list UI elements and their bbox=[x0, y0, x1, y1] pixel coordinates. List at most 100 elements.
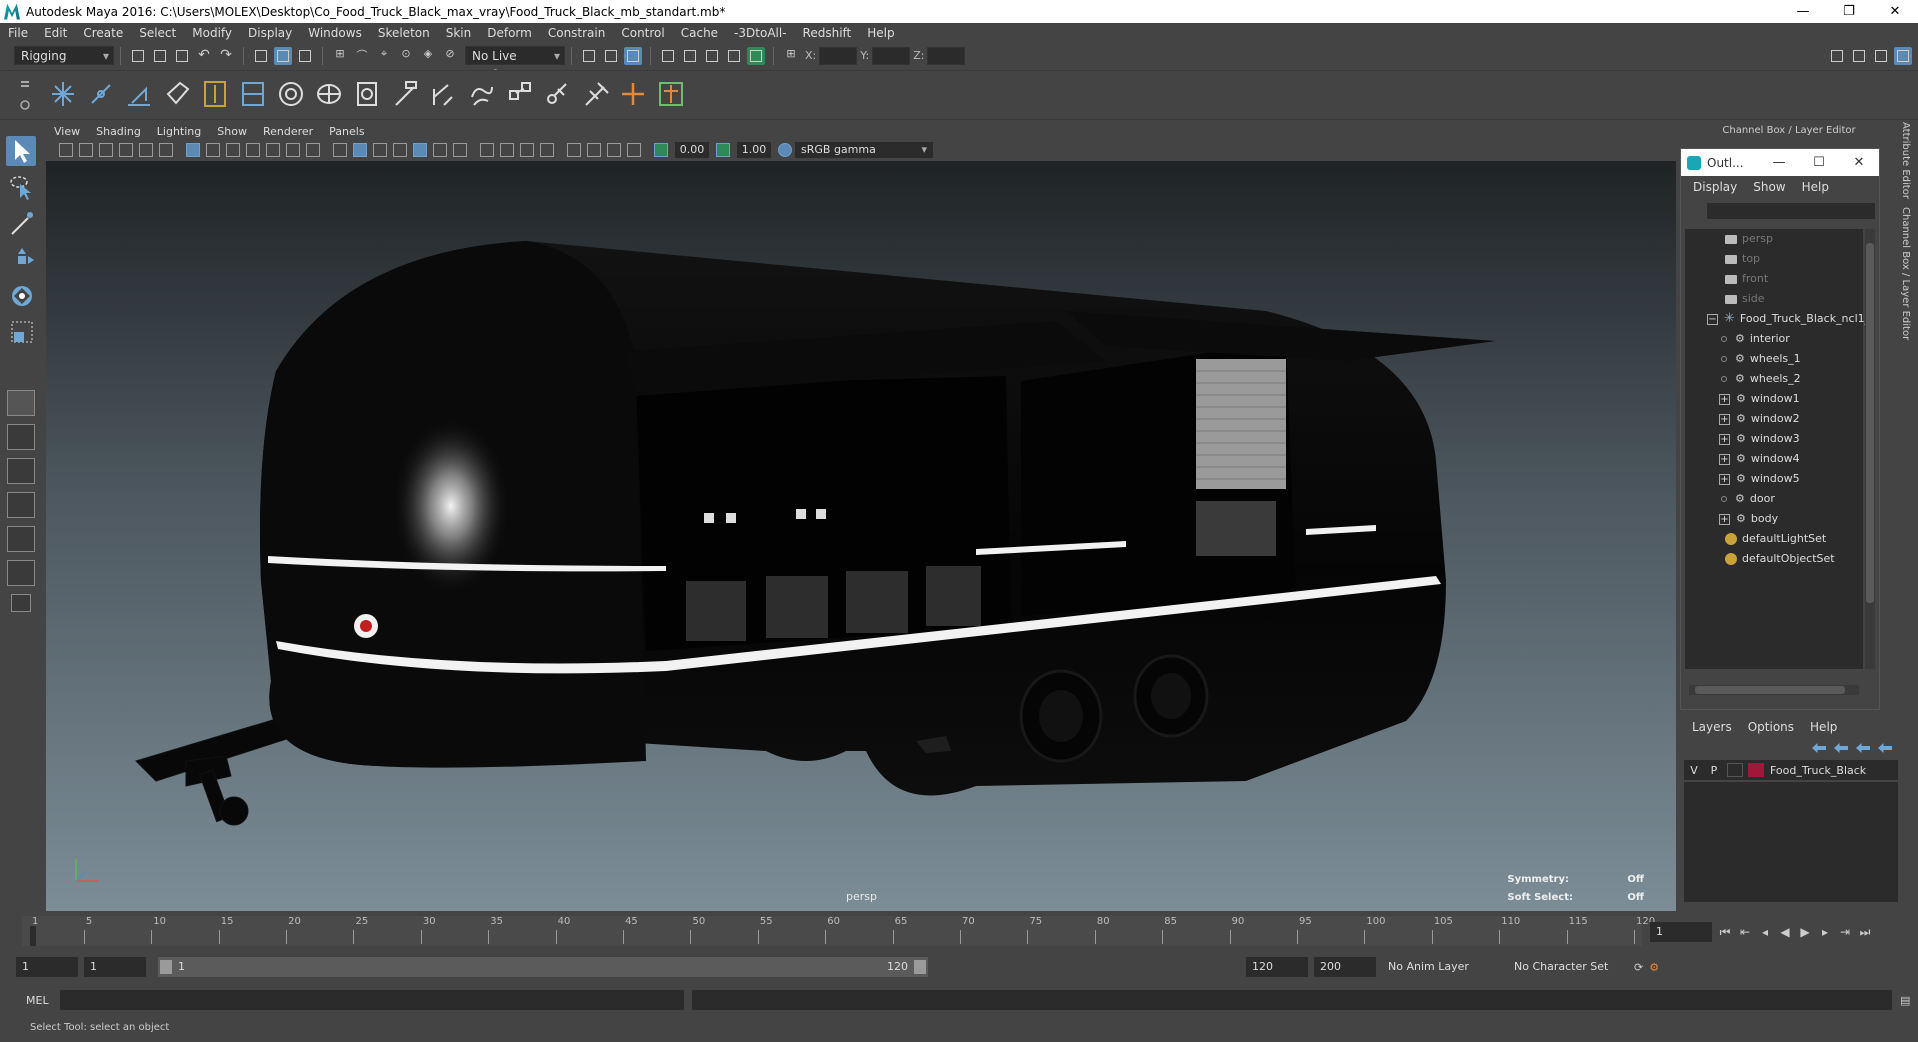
ik-handle-icon[interactable] bbox=[200, 77, 230, 111]
outliner-menu-display[interactable]: Display bbox=[1685, 180, 1745, 194]
outliner-item[interactable]: side bbox=[1685, 289, 1863, 309]
close-button[interactable]: ✕ bbox=[1872, 0, 1918, 23]
cluster-icon[interactable] bbox=[390, 77, 420, 111]
color-management-icon[interactable] bbox=[778, 143, 792, 157]
attribute-editor-toggle-icon[interactable] bbox=[1850, 47, 1868, 65]
step-forward-frame-icon[interactable]: ▸ bbox=[1818, 925, 1832, 939]
xray-icon[interactable] bbox=[587, 143, 601, 157]
time-slider[interactable]: 1 5 10 15 20 25 30 35 40 45 50 55 60 65 70 75 80 85 90 95 10… bbox=[22, 916, 1655, 946]
menu-help[interactable]: Help bbox=[859, 26, 902, 40]
select-tool-icon[interactable] bbox=[6, 136, 36, 166]
outliner-persp-layout-icon[interactable] bbox=[7, 492, 35, 518]
menu-create[interactable]: Create bbox=[75, 26, 131, 40]
outliner-item[interactable]: ⚙ wheels_2 bbox=[1685, 369, 1863, 389]
channel-box-toggle-icon[interactable] bbox=[1894, 46, 1912, 65]
snap-curve-icon[interactable]: ⌒ bbox=[353, 47, 371, 65]
menu-skin[interactable]: Skin bbox=[438, 26, 480, 40]
open-scene-icon[interactable] bbox=[151, 47, 169, 65]
move-layer-down-icon[interactable] bbox=[1834, 743, 1848, 753]
snap-view-icon[interactable]: ⊙ bbox=[397, 47, 415, 65]
end-time-field[interactable]: 200 bbox=[1314, 957, 1376, 977]
exposure-field[interactable]: 0.00 bbox=[675, 142, 709, 158]
single-pane-layout-icon[interactable] bbox=[7, 390, 35, 416]
lasso-tool-icon[interactable] bbox=[6, 172, 36, 202]
step-forward-key-icon[interactable]: ⇥ bbox=[1838, 925, 1852, 939]
animation-preferences-icon[interactable]: ⚙ bbox=[1649, 961, 1659, 974]
outliner-maximize-button[interactable]: ☐ bbox=[1799, 155, 1839, 170]
outliner-minimize-button[interactable]: — bbox=[1759, 155, 1799, 170]
insert-joint-icon[interactable] bbox=[86, 77, 116, 111]
film-gate-icon[interactable] bbox=[206, 143, 220, 157]
four-pane-layout-icon[interactable] bbox=[7, 424, 35, 450]
expand-toggle[interactable]: + bbox=[1719, 513, 1730, 525]
outliner-menu-show[interactable]: Show bbox=[1745, 180, 1793, 194]
safe-action-icon[interactable] bbox=[286, 143, 300, 157]
perspective-viewport[interactable]: persp Symmetry: Off Soft Select: Off bbox=[46, 161, 1676, 911]
menu-cache[interactable]: Cache bbox=[673, 26, 726, 40]
hypershade-icon[interactable] bbox=[747, 46, 765, 65]
go-to-start-icon[interactable]: ⏮ bbox=[1718, 925, 1732, 939]
layers-menu-options[interactable]: Options bbox=[1740, 720, 1802, 734]
depth-of-field-icon[interactable] bbox=[540, 143, 554, 157]
viewport-menu-panels[interactable]: Panels bbox=[321, 125, 372, 138]
current-time-indicator[interactable] bbox=[30, 926, 36, 946]
xray-active-components-icon[interactable] bbox=[607, 143, 621, 157]
default-material-icon[interactable] bbox=[373, 143, 387, 157]
outliner-item[interactable]: defaultObjectSet bbox=[1685, 549, 1863, 569]
outliner-item[interactable]: defaultLightSet bbox=[1685, 529, 1863, 549]
wireframe-on-shaded-icon[interactable] bbox=[393, 143, 407, 157]
outliner-item[interactable]: ⚙ interior bbox=[1685, 329, 1863, 349]
2d-pan-zoom-icon[interactable] bbox=[139, 143, 153, 157]
exposure-icon[interactable] bbox=[654, 143, 668, 157]
wireframe-icon[interactable] bbox=[333, 143, 347, 157]
expand-toggle[interactable]: − bbox=[1707, 313, 1718, 325]
go-to-end-icon[interactable]: ⏭ bbox=[1858, 925, 1872, 939]
smooth-shade-icon[interactable] bbox=[353, 143, 367, 157]
grease-pencil-icon[interactable] bbox=[159, 143, 173, 157]
tool-settings-toggle-icon[interactable] bbox=[1872, 47, 1890, 65]
menu-file[interactable]: File bbox=[0, 26, 36, 40]
layers-menu-help[interactable]: Help bbox=[1802, 720, 1845, 734]
x-field[interactable] bbox=[819, 46, 858, 65]
minimize-button[interactable]: — bbox=[1780, 0, 1826, 23]
undo-icon[interactable]: ↶ bbox=[195, 47, 213, 65]
food-truck-model[interactable] bbox=[46, 161, 1676, 911]
menu-select[interactable]: Select bbox=[131, 26, 184, 40]
xray-joints-icon[interactable] bbox=[627, 143, 641, 157]
restore-button[interactable]: ❐ bbox=[1826, 0, 1872, 23]
outliner-item[interactable]: + ⚙ window1 bbox=[1685, 389, 1863, 409]
menu-set-dropdown[interactable]: Rigging bbox=[14, 46, 114, 66]
scale-tool-icon[interactable] bbox=[6, 316, 36, 346]
outliner-item[interactable]: + ⚙ window5 bbox=[1685, 469, 1863, 489]
expand-toggle[interactable]: + bbox=[1719, 433, 1730, 445]
output-ops-icon[interactable] bbox=[602, 47, 620, 65]
gate-mask-icon[interactable] bbox=[246, 143, 260, 157]
custom-layout-icon[interactable] bbox=[11, 594, 31, 612]
anim-layer-dropdown[interactable]: No Anim Layer bbox=[1382, 957, 1502, 977]
outliner-item[interactable]: ⚙ wheels_1 bbox=[1685, 349, 1863, 369]
outliner-item[interactable]: + ⚙ body bbox=[1685, 509, 1863, 529]
range-end-handle[interactable] bbox=[914, 960, 926, 974]
outliner-item[interactable]: persp bbox=[1685, 229, 1863, 249]
wrap-deformer-icon[interactable] bbox=[466, 77, 496, 111]
snap-grid-icon[interactable]: ⊞ bbox=[331, 47, 349, 65]
layer-visibility-toggle[interactable]: V bbox=[1684, 764, 1704, 777]
viewport-menu-view[interactable]: View bbox=[46, 125, 88, 138]
lattice-icon[interactable] bbox=[428, 77, 458, 111]
render-view-icon[interactable] bbox=[659, 47, 677, 65]
new-layer-selected-icon[interactable] bbox=[1878, 743, 1892, 753]
construction-history-icon[interactable] bbox=[624, 46, 642, 65]
expand-toggle[interactable]: + bbox=[1719, 413, 1730, 425]
outliner-item[interactable]: ⚙ door bbox=[1685, 489, 1863, 509]
new-empty-layer-icon[interactable] bbox=[1856, 743, 1870, 753]
use-all-lights-icon[interactable] bbox=[433, 143, 447, 157]
multisample-aa-icon[interactable] bbox=[520, 143, 534, 157]
redo-icon[interactable]: ↷ bbox=[217, 47, 235, 65]
save-scene-icon[interactable] bbox=[173, 47, 191, 65]
layer-row[interactable]: V P Food_Truck_Black bbox=[1684, 760, 1898, 780]
move-tool-icon[interactable] bbox=[6, 244, 36, 274]
snap-point-icon[interactable]: ⌖ bbox=[375, 47, 393, 65]
paint-weights-icon[interactable] bbox=[352, 77, 382, 111]
transform-mode-icon[interactable]: ⊞ bbox=[782, 47, 800, 65]
layer-color-swatch[interactable] bbox=[1748, 763, 1764, 777]
